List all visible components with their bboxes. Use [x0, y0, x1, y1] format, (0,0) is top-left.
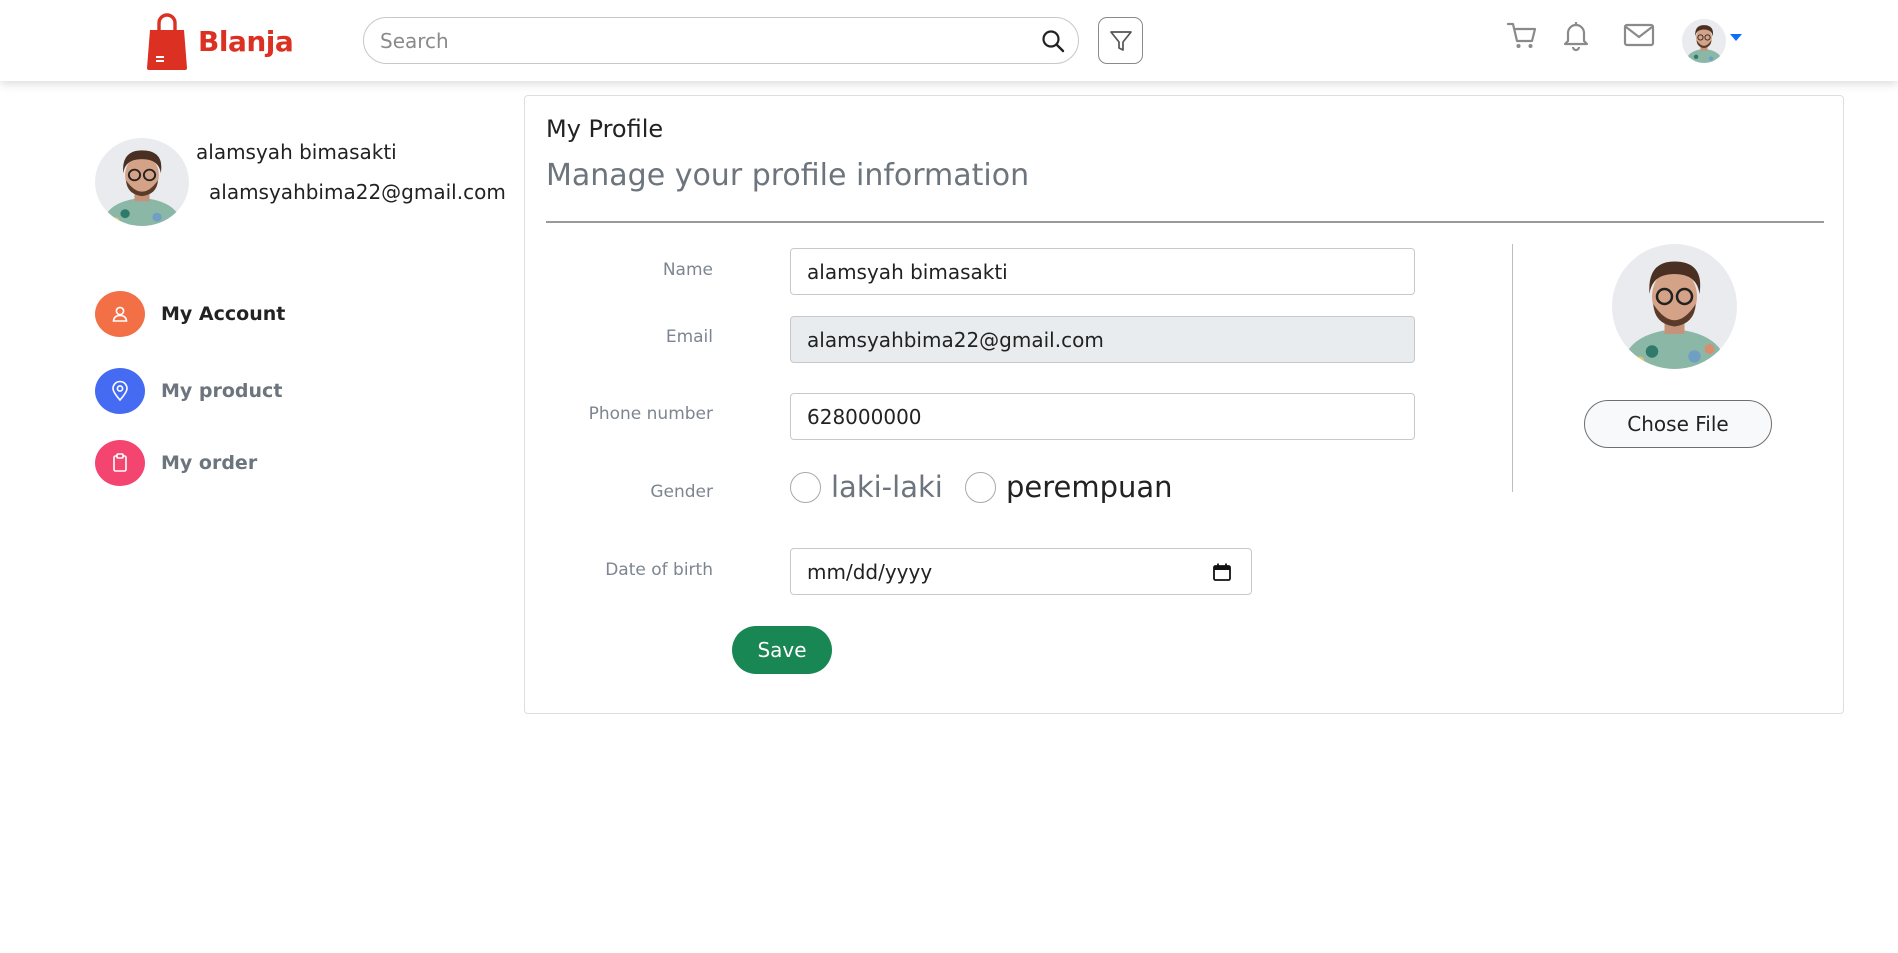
sidebar-user-name: alamsyah bimasakti	[196, 140, 397, 164]
gender-label: Gender	[650, 482, 713, 502]
divider	[546, 221, 1824, 223]
mail-icon	[1623, 23, 1655, 47]
sidebar-item-my-order[interactable]: My order	[95, 440, 257, 486]
search-icon[interactable]	[1040, 28, 1066, 54]
user-icon	[95, 291, 145, 337]
calendar-icon[interactable]	[1212, 562, 1232, 582]
profile-photo	[1612, 244, 1737, 369]
sidebar-item-label: My product	[161, 380, 283, 402]
search-bar	[363, 17, 1079, 64]
email-label: Email	[665, 327, 713, 347]
sidebar-item-label: My Account	[161, 303, 286, 325]
clipboard-icon	[95, 440, 145, 486]
email-field	[790, 316, 1415, 363]
page-subtitle: Manage your profile information	[546, 158, 1030, 193]
avatar[interactable]	[1682, 19, 1726, 63]
vertical-divider	[1512, 244, 1513, 492]
gender-option-laki-laki[interactable]: laki-laki	[790, 470, 943, 504]
date-placeholder: mm/dd/yyyy	[807, 560, 933, 584]
sidebar-item-label: My order	[161, 452, 258, 474]
search-input[interactable]	[380, 18, 1020, 63]
save-button[interactable]: Save	[732, 626, 832, 674]
gender-option-perempuan[interactable]: perempuan	[965, 470, 1173, 504]
user-photo	[95, 138, 189, 226]
page-title: My Profile	[546, 115, 664, 143]
filter-icon	[1109, 30, 1132, 51]
dob-label: Date of birth	[605, 560, 713, 580]
sidebar-avatar	[95, 138, 189, 226]
name-label: Name	[662, 260, 713, 280]
brand-logo[interactable]: Blanja	[146, 12, 294, 70]
profile-card: My Profile Manage your profile informati…	[524, 95, 1844, 714]
name-field[interactable]	[790, 248, 1415, 295]
top-navbar: Blanja	[0, 0, 1898, 81]
radio-button[interactable]	[790, 471, 821, 503]
chevron-down-icon[interactable]	[1730, 34, 1742, 41]
date-of-birth-field[interactable]: mm/dd/yyyy	[790, 548, 1252, 595]
cart-icon	[1506, 22, 1537, 48]
sidebar-item-my-product[interactable]: My product	[95, 368, 282, 414]
phone-label: Phone number	[588, 404, 713, 424]
user-photo	[1682, 19, 1726, 63]
mail-button[interactable]	[1622, 18, 1656, 52]
notification-button[interactable]	[1559, 18, 1593, 52]
sidebar-user-email: alamsyahbima22@gmail.com	[209, 180, 506, 204]
radio-button[interactable]	[965, 471, 996, 503]
phone-field[interactable]	[790, 393, 1415, 440]
brand-name: Blanja	[198, 24, 294, 58]
sidebar-item-my-account[interactable]: My Account	[95, 291, 285, 337]
bell-icon	[1563, 22, 1589, 51]
filter-button[interactable]	[1098, 17, 1143, 64]
user-photo	[1612, 244, 1737, 369]
shopping-bag-icon	[147, 13, 187, 70]
radio-label: laki-laki	[831, 470, 943, 504]
radio-label: perempuan	[1006, 470, 1173, 504]
choose-file-button[interactable]: Chose File	[1584, 400, 1772, 448]
cart-button[interactable]	[1505, 18, 1539, 52]
location-pin-icon	[95, 368, 145, 414]
